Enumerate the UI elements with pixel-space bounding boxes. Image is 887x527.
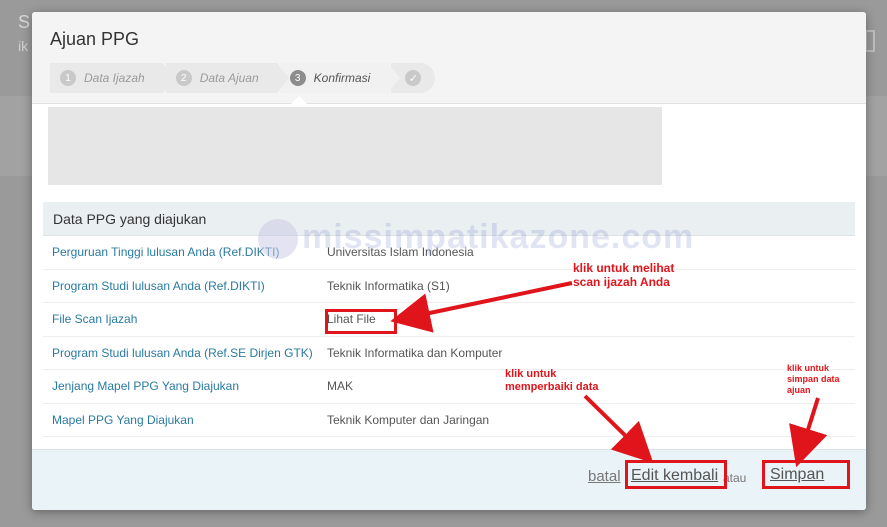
- step-label: Konfirmasi: [313, 71, 371, 85]
- wizard-steps: 1 Data Ijazah 2 Data Ajuan 3 Konfirmasi …: [50, 63, 436, 93]
- step-number: 1: [60, 70, 76, 86]
- table-row: Jenjang Mapel PPG Yang Diajukan MAK: [43, 370, 855, 404]
- modal-footer: batal Edit kembali atau Simpan: [32, 449, 866, 510]
- row-label: Program Studi lulusan Anda (Ref.DIKTI): [52, 278, 265, 293]
- step-number: 3: [289, 70, 306, 86]
- check-icon: ✓: [405, 70, 422, 86]
- background-icon: [865, 30, 875, 52]
- wizard-step-data-ijazah[interactable]: 1 Data Ijazah: [50, 63, 175, 93]
- table-row: Program Studi lulusan Anda (Ref.SE Dirje…: [43, 337, 855, 370]
- watermark-logo-icon: [258, 219, 298, 260]
- row-label: Program Studi lulusan Anda (Ref.SE Dirje…: [52, 345, 313, 360]
- site-watermark: missimpatikazone.com: [258, 218, 695, 260]
- row-value: MAK: [327, 379, 354, 394]
- step-label: Data Ijazah: [84, 71, 145, 85]
- table-row: Mapel PPG Yang Diajukan Teknik Komputer …: [43, 404, 855, 437]
- ajuan-ppg-modal: Ajuan PPG 1 Data Ijazah 2 Data Ajuan 3 K…: [32, 12, 866, 510]
- row-label: File Scan Ijazah: [52, 312, 138, 327]
- modal-title: Ajuan PPG: [50, 29, 140, 49]
- table-row: Program Studi lulusan Anda (Ref.DIKTI) T…: [43, 270, 855, 303]
- step-label: Data Ajuan: [199, 71, 259, 85]
- edit-back-highlight: [625, 460, 727, 489]
- table-row: File Scan Ijazah Lihat File: [43, 303, 855, 337]
- row-value: Teknik Komputer dan Jaringan: [327, 412, 490, 427]
- save-highlight: [762, 460, 850, 489]
- row-value: Teknik Informatika (S1): [327, 278, 450, 293]
- row-label: Jenjang Mapel PPG Yang Diajukan: [52, 379, 240, 394]
- annotation-save-data: klik untuk simpan data ajuan: [787, 363, 840, 395]
- modal-header: Ajuan PPG 1 Data Ijazah 2 Data Ajuan 3 K…: [32, 12, 866, 104]
- wizard-step-konfirmasi[interactable]: 3 Konfirmasi: [276, 63, 400, 93]
- watermark-text: missimpatikazone.com: [302, 218, 695, 256]
- annotation-fix-data: klik untuk memperbaiki data: [505, 368, 599, 393]
- row-label: Mapel PPG Yang Diajukan: [52, 412, 194, 427]
- annotation-view-scan: klik untuk melihat scan ijazah Anda: [573, 261, 675, 289]
- active-step-pointer: [290, 96, 308, 105]
- background-title: S: [18, 12, 31, 32]
- background-subtitle: ik: [18, 38, 29, 54]
- step-number: 2: [175, 70, 192, 86]
- cancel-link[interactable]: batal: [588, 468, 621, 485]
- row-value: Teknik Informatika dan Komputer: [327, 345, 503, 360]
- redacted-info-block: [48, 107, 662, 185]
- wizard-step-data-ajuan[interactable]: 2 Data Ajuan: [162, 63, 289, 93]
- view-file-highlight: [325, 309, 397, 334]
